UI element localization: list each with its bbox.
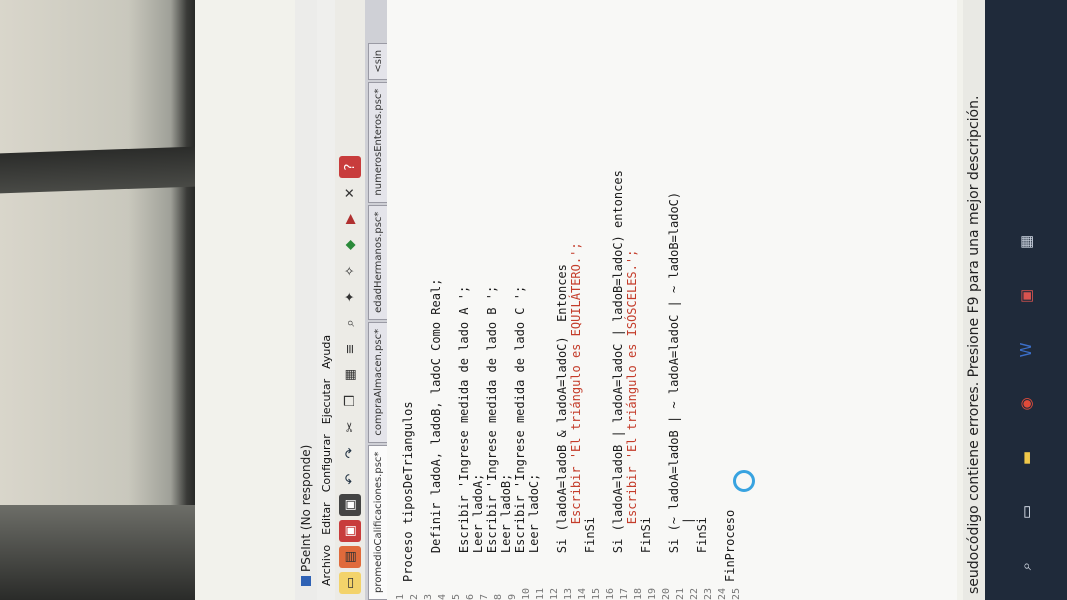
tab-numeros-enteros[interactable]: numerosEnteros.psc*: [368, 81, 387, 203]
search-icon[interactable]: ⌕: [339, 312, 361, 334]
search-icon[interactable]: ⌕: [1012, 552, 1040, 580]
new-file-icon[interactable]: ▭: [339, 572, 361, 594]
task-view-icon[interactable]: ▭: [1012, 498, 1040, 526]
tab-sin-titulo[interactable]: <sin: [368, 42, 387, 80]
tab-edad-hermanos[interactable]: edadHermanos.psc*: [368, 204, 387, 320]
toolbar: ▭ ▤ ▣ ▣ ↶ ↷ ✂ ❐ ▦ ≡ ⌕ ✦ ✧ ◆ ▶ ✕ ?: [335, 0, 365, 600]
flowchart-icon[interactable]: ▶: [339, 208, 361, 230]
stop-icon[interactable]: ✕: [339, 182, 361, 204]
menu-archivo[interactable]: Archivo: [320, 545, 333, 586]
menu-editar[interactable]: Editar: [320, 502, 333, 535]
menu-ayuda[interactable]: Ayuda: [320, 335, 333, 369]
save-as-icon[interactable]: ▣: [339, 494, 361, 516]
redo-icon[interactable]: ↷: [339, 442, 361, 464]
copy-icon[interactable]: ❐: [339, 390, 361, 412]
file-tabs: promedioCalificaciones.psc* compraAlmace…: [365, 0, 387, 600]
file-explorer-icon[interactable]: ▬: [1012, 444, 1040, 472]
step-icon[interactable]: ✧: [339, 260, 361, 282]
save-icon[interactable]: ▣: [339, 520, 361, 542]
chrome-icon[interactable]: ◉: [1012, 390, 1040, 418]
debug-icon[interactable]: ◆: [339, 234, 361, 256]
code-editor[interactable]: 1 Proceso tiposDeTriangulos 2 3 Definir …: [387, 0, 957, 600]
app-icon[interactable]: ▦: [1012, 228, 1040, 256]
line-number: 25: [731, 587, 742, 600]
pseint-app-icon: [301, 576, 311, 586]
title-bar: PSeInt (No responde): [295, 0, 317, 600]
menu-configurar[interactable]: Configurar: [320, 434, 333, 492]
store-icon[interactable]: ▣: [1012, 282, 1040, 310]
tab-promedio-calificaciones[interactable]: promedioCalificaciones.psc*: [368, 444, 387, 600]
status-message: seudocódigo contiene errores. Presione F…: [966, 95, 982, 594]
undo-icon[interactable]: ↶: [339, 468, 361, 490]
background-desk: [0, 505, 200, 600]
window-title: PSeInt (No responde): [299, 444, 313, 572]
open-icon[interactable]: ▤: [339, 546, 361, 568]
word-icon[interactable]: W: [1012, 336, 1040, 364]
tab-compra-almacen[interactable]: compraAlmacen.psc*: [368, 321, 387, 443]
taskbar: ⌕ ▭ ▬ ◉ W ▣ ▦: [985, 0, 1067, 600]
monitor-screen: PSeInt (No responde) Archivo Editar Conf…: [195, 0, 1067, 600]
run-icon[interactable]: ✦: [339, 286, 361, 308]
paste-icon[interactable]: ▦: [339, 364, 361, 386]
background-wall-bar: [0, 146, 195, 194]
status-bar: seudocódigo contiene errores. Presione F…: [963, 0, 985, 600]
loading-cursor-icon: [733, 470, 755, 492]
indent-icon[interactable]: ≡: [339, 338, 361, 360]
cut-icon[interactable]: ✂: [339, 416, 361, 438]
menu-ejecutar[interactable]: Ejecutar: [320, 379, 333, 424]
help-icon[interactable]: ?: [339, 156, 361, 178]
menu-bar: Archivo Editar Configurar Ejecutar Ayuda: [317, 0, 335, 600]
